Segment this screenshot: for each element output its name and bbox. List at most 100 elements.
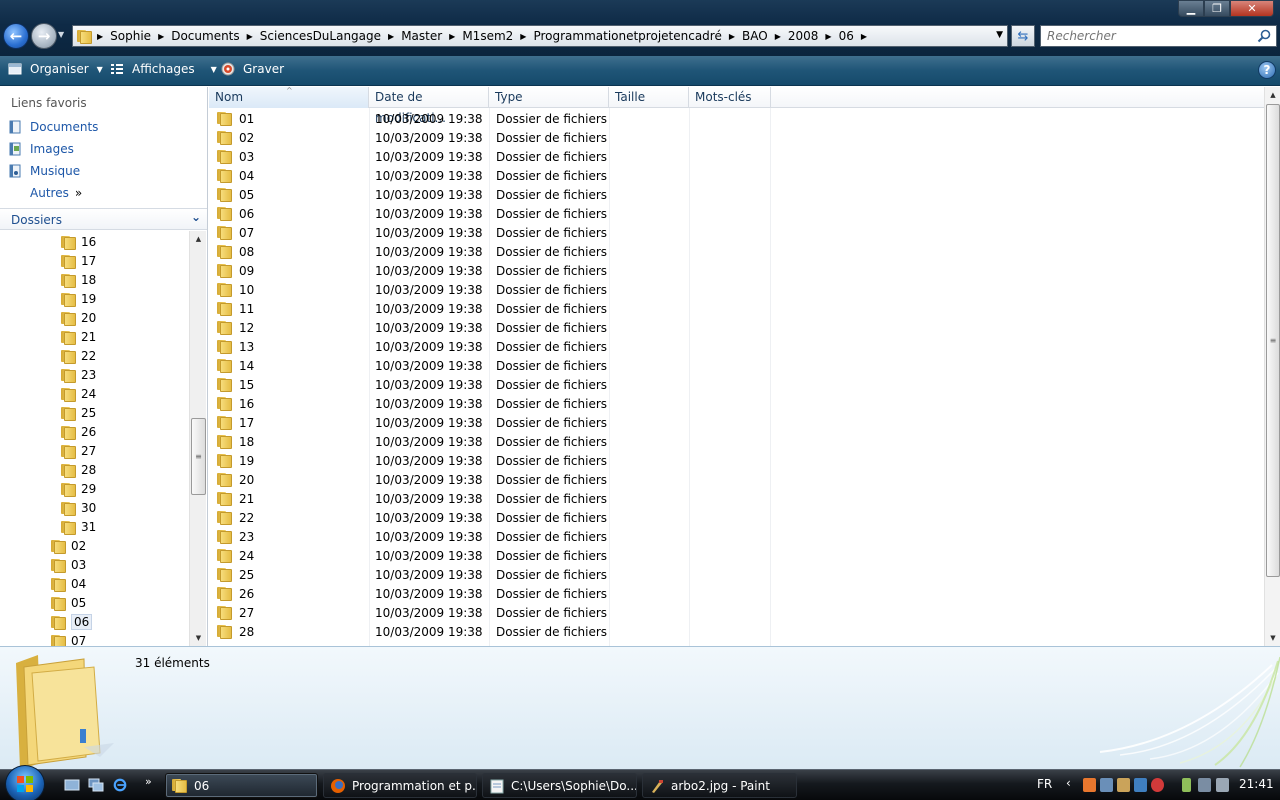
folders-header[interactable]: Dossiers ⌄ xyxy=(0,208,207,230)
scroll-thumb[interactable]: ≡ xyxy=(191,418,206,495)
breadcrumb-chevron-icon[interactable]: ▶ xyxy=(158,32,164,41)
table-row[interactable]: 24 10/03/2009 19:38 Dossier de fichiers xyxy=(209,547,1264,566)
breadcrumb-item[interactable]: 06 xyxy=(839,29,854,43)
maximize-button[interactable]: ❐ xyxy=(1204,0,1230,17)
battery-icon[interactable] xyxy=(1182,778,1191,792)
search-input[interactable] xyxy=(1047,29,1247,43)
table-row[interactable]: 16 10/03/2009 19:38 Dossier de fichiers xyxy=(209,395,1264,414)
table-row[interactable]: 01 10/03/2009 19:38 Dossier de fichiers xyxy=(209,110,1264,129)
refresh-button[interactable]: ⇆ xyxy=(1011,25,1035,47)
table-row[interactable]: 07 10/03/2009 19:38 Dossier de fichiers xyxy=(209,224,1264,243)
file-list-scrollbar[interactable]: ▲ ≡ ▼ xyxy=(1264,87,1280,646)
start-button[interactable] xyxy=(5,765,45,800)
tree-folder-item[interactable]: 22 xyxy=(61,346,96,365)
favorite-music[interactable]: Musique xyxy=(8,164,80,178)
table-row[interactable]: 28 10/03/2009 19:38 Dossier de fichiers xyxy=(209,623,1264,642)
tree-folder-item[interactable]: 20 xyxy=(61,308,96,327)
task-paint[interactable]: arbo2.jpg - Paint xyxy=(642,773,797,798)
tree-folder-item[interactable]: 03 xyxy=(51,555,86,574)
table-row[interactable]: 02 10/03/2009 19:38 Dossier de fichiers xyxy=(209,129,1264,148)
breadcrumb-chevron-icon[interactable]: ▶ xyxy=(520,32,526,41)
table-row[interactable]: 23 10/03/2009 19:38 Dossier de fichiers xyxy=(209,528,1264,547)
help-button[interactable]: ? xyxy=(1258,61,1276,79)
table-row[interactable]: 10 10/03/2009 19:38 Dossier de fichiers xyxy=(209,281,1264,300)
tree-folder-item[interactable]: 30 xyxy=(61,498,96,517)
task-explorer[interactable]: 06 xyxy=(165,773,318,798)
breadcrumb-chevron-icon[interactable]: ▶ xyxy=(861,32,867,41)
minimize-button[interactable]: ▁ xyxy=(1178,0,1204,17)
tree-folder-item[interactable]: 24 xyxy=(61,384,96,403)
column-header-date[interactable]: Date de modificati... xyxy=(369,87,489,125)
scroll-up-icon[interactable]: ▲ xyxy=(190,231,207,247)
task-notepad[interactable]: C:\Users\Sophie\Do... xyxy=(482,773,637,798)
table-row[interactable]: 18 10/03/2009 19:38 Dossier de fichiers xyxy=(209,433,1264,452)
quicklaunch-more-button[interactable]: » xyxy=(145,775,152,788)
breadcrumb-item[interactable]: 2008 xyxy=(788,29,819,43)
tree-folder-item[interactable]: 19 xyxy=(61,289,96,308)
search-icon[interactable] xyxy=(1257,29,1271,43)
search-box[interactable] xyxy=(1040,25,1277,47)
favorite-documents[interactable]: Documents xyxy=(8,120,98,134)
table-row[interactable]: 15 10/03/2009 19:38 Dossier de fichiers xyxy=(209,376,1264,395)
table-row[interactable]: 05 10/03/2009 19:38 Dossier de fichiers xyxy=(209,186,1264,205)
chevron-down-icon[interactable]: ⌄ xyxy=(191,210,201,224)
tray-bluetooth-icon[interactable] xyxy=(1134,778,1147,792)
tree-folder-item[interactable]: 23 xyxy=(61,365,96,384)
breadcrumb-item[interactable]: SciencesDuLangage xyxy=(260,29,381,43)
table-row[interactable]: 25 10/03/2009 19:38 Dossier de fichiers xyxy=(209,566,1264,585)
tree-folder-item[interactable]: 06 xyxy=(51,612,93,631)
table-row[interactable]: 19 10/03/2009 19:38 Dossier de fichiers xyxy=(209,452,1264,471)
tree-folder-item[interactable]: 04 xyxy=(51,574,86,593)
tree-folder-item[interactable]: 27 xyxy=(61,441,96,460)
breadcrumb-item[interactable]: BAO xyxy=(742,29,768,43)
table-row[interactable]: 22 10/03/2009 19:38 Dossier de fichiers xyxy=(209,509,1264,528)
volume-icon[interactable] xyxy=(1216,778,1229,792)
column-header-tags[interactable]: Mots-clés xyxy=(689,87,771,108)
favorite-images[interactable]: Images xyxy=(8,142,74,156)
breadcrumb-item[interactable]: Programmationetprojetencadré xyxy=(533,29,721,43)
breadcrumb-item[interactable]: Documents xyxy=(171,29,239,43)
breadcrumb-item[interactable]: M1sem2 xyxy=(462,29,513,43)
clock[interactable]: 21:41 xyxy=(1239,777,1274,791)
table-row[interactable]: 06 10/03/2009 19:38 Dossier de fichiers xyxy=(209,205,1264,224)
table-row[interactable]: 17 10/03/2009 19:38 Dossier de fichiers xyxy=(209,414,1264,433)
tree-folder-item[interactable]: 21 xyxy=(61,327,96,346)
tray-security-icon[interactable] xyxy=(1117,778,1130,792)
table-row[interactable]: 13 10/03/2009 19:38 Dossier de fichiers xyxy=(209,338,1264,357)
close-button[interactable]: ✕ xyxy=(1230,0,1274,17)
table-row[interactable]: 11 10/03/2009 19:38 Dossier de fichiers xyxy=(209,300,1264,319)
history-dropdown-button[interactable]: ▼ xyxy=(58,30,64,39)
scroll-up-icon[interactable]: ▲ xyxy=(1265,87,1280,103)
tree-folder-item[interactable]: 07 xyxy=(51,631,86,646)
show-desktop-icon[interactable] xyxy=(64,778,80,792)
address-dropdown-icon[interactable]: ▼ xyxy=(996,30,1003,40)
column-header-name[interactable]: ^ Nom xyxy=(209,86,369,108)
tree-folder-item[interactable]: 26 xyxy=(61,422,96,441)
table-row[interactable]: 14 10/03/2009 19:38 Dossier de fichiers xyxy=(209,357,1264,376)
table-row[interactable]: 09 10/03/2009 19:38 Dossier de fichiers xyxy=(209,262,1264,281)
tree-folder-item[interactable]: 05 xyxy=(51,593,86,612)
tray-app-icon[interactable] xyxy=(1083,778,1096,792)
breadcrumb-item[interactable]: Master xyxy=(401,29,442,43)
forward-button[interactable]: → xyxy=(31,23,57,49)
language-indicator[interactable]: FR xyxy=(1037,777,1052,791)
breadcrumb-item[interactable]: Sophie xyxy=(110,29,151,43)
organize-button[interactable]: Organiser ▼ xyxy=(8,62,103,76)
scroll-down-icon[interactable]: ▼ xyxy=(1265,630,1280,646)
breadcrumb-chevron-icon[interactable]: ▶ xyxy=(388,32,394,41)
tree-folder-item[interactable]: 18 xyxy=(61,270,96,289)
back-button[interactable]: ← xyxy=(3,23,29,49)
network-status-icon[interactable] xyxy=(1198,778,1211,792)
tree-folder-item[interactable]: 02 xyxy=(51,536,86,555)
task-firefox[interactable]: Programmation et p... xyxy=(323,773,477,798)
switch-windows-icon[interactable] xyxy=(88,778,104,792)
table-row[interactable]: 27 10/03/2009 19:38 Dossier de fichiers xyxy=(209,604,1264,623)
internet-explorer-icon[interactable] xyxy=(112,778,128,792)
table-row[interactable]: 12 10/03/2009 19:38 Dossier de fichiers xyxy=(209,319,1264,338)
tree-folder-item[interactable]: 29 xyxy=(61,479,96,498)
tree-folder-item[interactable]: 31 xyxy=(61,517,96,536)
favorites-more-link[interactable]: Autres » xyxy=(30,186,82,200)
folder-tree-scrollbar[interactable]: ▲ ≡ ▼ xyxy=(189,231,206,646)
tray-antivirus-icon[interactable] xyxy=(1151,778,1164,792)
column-header-size[interactable]: Taille xyxy=(609,87,689,108)
